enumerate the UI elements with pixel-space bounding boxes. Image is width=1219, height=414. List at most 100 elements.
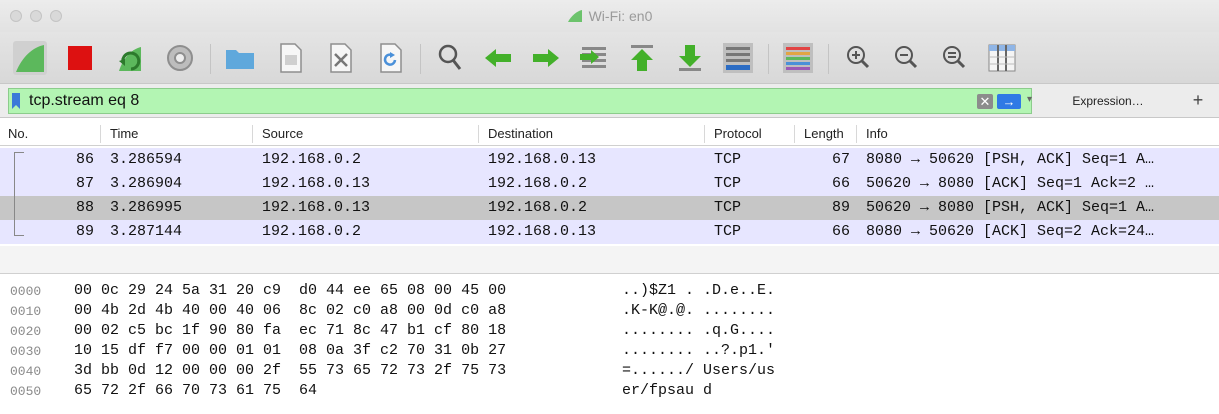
hex-offset: 0050 xyxy=(10,384,42,399)
packet-row[interactable]: 89 3.287144 192.168.0.2 192.168.0.13 TCP… xyxy=(0,220,1219,244)
resize-columns-icon xyxy=(988,44,1016,72)
start-capture-button[interactable] xyxy=(12,40,48,76)
packet-source: 192.168.0.13 xyxy=(262,199,371,216)
apply-filter-button[interactable]: → xyxy=(997,94,1021,109)
hex-ascii[interactable]: ..)$Z1 . .D.e..E. xyxy=(622,282,775,299)
folder-icon xyxy=(226,50,254,69)
arrow-left-icon xyxy=(485,49,511,67)
column-divider[interactable] xyxy=(252,125,253,143)
column-header-source[interactable]: Source xyxy=(262,126,303,141)
packet-length: 66 xyxy=(832,175,851,192)
packet-protocol: TCP xyxy=(714,151,742,168)
hex-row: 0010 00 4b 2d 4b 40 00 40 06 8c 02 c0 a8… xyxy=(0,302,1219,322)
column-header-time[interactable]: Time xyxy=(110,126,138,141)
hex-bytes[interactable]: 00 4b 2d 4b 40 00 40 06 8c 02 c0 a8 00 0… xyxy=(74,302,506,319)
colorize-button[interactable] xyxy=(780,40,816,76)
hex-ascii[interactable]: =....../ Users/us xyxy=(622,362,775,379)
column-header-length[interactable]: Length xyxy=(804,126,844,141)
stop-capture-button[interactable] xyxy=(62,40,98,76)
expression-button[interactable]: Expression… xyxy=(1048,88,1168,114)
hex-ascii[interactable]: er/fpsau d xyxy=(622,382,712,399)
packet-list-header: No. Time Source Destination Protocol Len… xyxy=(0,122,1219,146)
packet-info: 50620 → 8080 [ACK] Seq=1 Ack=2 … xyxy=(866,175,1155,192)
clear-filter-button[interactable]: ✕ xyxy=(977,94,993,109)
packet-row[interactable]: 86 3.286594 192.168.0.2 192.168.0.13 TCP… xyxy=(0,148,1219,172)
packet-protocol: TCP xyxy=(714,175,742,192)
zoom-in-button[interactable] xyxy=(840,40,876,76)
packet-time: 3.286904 xyxy=(110,175,183,192)
hex-offset: 0030 xyxy=(10,344,42,359)
packet-info: 8080 → 50620 [ACK] Seq=2 Ack=24… xyxy=(866,223,1155,240)
arrow-up-icon xyxy=(631,45,653,71)
restart-capture-button[interactable] xyxy=(112,40,148,76)
window-title-text: Wi-Fi: en0 xyxy=(588,8,653,24)
close-file-button[interactable] xyxy=(322,40,358,76)
reload-file-button[interactable] xyxy=(372,40,408,76)
packet-no: 88 xyxy=(76,199,95,216)
hex-ascii[interactable]: ........ ..?.p1.' xyxy=(622,342,775,359)
shark-fin-icon xyxy=(13,41,47,75)
save-file-button[interactable] xyxy=(272,40,308,76)
toolbar-separator xyxy=(420,44,421,74)
packet-no: 86 xyxy=(76,151,95,168)
add-filter-button[interactable]: + xyxy=(1186,88,1210,114)
go-to-packet-button[interactable] xyxy=(576,40,612,76)
column-header-no[interactable]: No. xyxy=(8,126,28,141)
hex-bytes[interactable]: 10 15 df f7 00 00 01 01 08 0a 3f c2 70 3… xyxy=(74,342,506,359)
packet-row-selected[interactable]: 88 3.286995 192.168.0.13 192.168.0.2 TCP… xyxy=(0,196,1219,220)
display-filter-field[interactable]: ✕ → ▾ xyxy=(8,88,1032,114)
hex-offset: 0000 xyxy=(10,284,42,299)
normal-size-button[interactable] xyxy=(936,40,972,76)
file-icon xyxy=(280,43,302,73)
go-first-button[interactable] xyxy=(624,40,660,76)
packet-destination: 192.168.0.2 xyxy=(488,199,588,216)
column-header-destination[interactable]: Destination xyxy=(488,126,553,141)
go-forward-button[interactable] xyxy=(528,40,564,76)
packet-destination: 192.168.0.13 xyxy=(488,151,597,168)
window-title: Wi-Fi: en0 xyxy=(0,8,1219,24)
column-header-protocol[interactable]: Protocol xyxy=(714,126,762,141)
packet-destination: 192.168.0.2 xyxy=(488,175,588,192)
go-back-button[interactable] xyxy=(480,40,516,76)
packet-info: 50620 → 8080 [PSH, ACK] Seq=1 A… xyxy=(866,199,1155,216)
find-packet-button[interactable] xyxy=(432,40,468,76)
go-last-button[interactable] xyxy=(672,40,708,76)
packet-bytes-pane[interactable]: 0000 00 0c 29 24 5a 31 20 c9 d0 44 ee 65… xyxy=(0,276,1219,414)
column-divider[interactable] xyxy=(100,125,101,143)
hex-bytes[interactable]: 00 0c 29 24 5a 31 20 c9 d0 44 ee 65 08 0… xyxy=(74,282,506,299)
packet-length: 89 xyxy=(832,199,851,216)
shark-fin-icon xyxy=(567,10,582,22)
hex-ascii[interactable]: .K-K@.@. ........ xyxy=(622,302,775,319)
open-file-button[interactable] xyxy=(222,40,258,76)
stop-icon xyxy=(68,46,92,70)
column-divider[interactable] xyxy=(704,125,705,143)
hex-bytes[interactable]: 00 02 c5 bc 1f 90 80 fa ec 71 8c 47 b1 c… xyxy=(74,322,506,339)
packet-details-pane[interactable] xyxy=(0,246,1219,274)
hex-bytes[interactable]: 3d bb 0d 12 00 00 00 2f 55 73 65 72 73 2… xyxy=(74,362,506,379)
zoom-out-button[interactable] xyxy=(888,40,924,76)
column-divider[interactable] xyxy=(856,125,857,143)
auto-scroll-button[interactable] xyxy=(720,40,756,76)
hex-ascii[interactable]: ........ .q.G.... xyxy=(622,322,775,339)
column-header-info[interactable]: Info xyxy=(866,126,888,141)
toolbar-separator xyxy=(768,44,769,74)
packet-length: 66 xyxy=(832,223,851,240)
capture-options-button[interactable] xyxy=(162,40,198,76)
column-divider[interactable] xyxy=(478,125,479,143)
packet-info: 8080 → 50620 [PSH, ACK] Seq=1 A… xyxy=(866,151,1155,168)
display-filter-bar: ✕ → ▾ Expression… + xyxy=(0,84,1219,118)
hex-row: 0020 00 02 c5 bc 1f 90 80 fa ec 71 8c 47… xyxy=(0,322,1219,342)
title-bar: Wi-Fi: en0 xyxy=(0,0,1219,32)
arrow-right-icon xyxy=(533,49,559,67)
hex-bytes[interactable]: 65 72 2f 66 70 73 61 75 64 xyxy=(74,382,317,399)
colorize-icon xyxy=(783,43,813,73)
column-divider[interactable] xyxy=(794,125,795,143)
display-filter-input[interactable] xyxy=(29,92,929,110)
hex-row: 0030 10 15 df f7 00 00 01 01 08 0a 3f c2… xyxy=(0,342,1219,362)
resize-columns-button[interactable] xyxy=(984,40,1020,76)
filter-history-dropdown[interactable]: ▾ xyxy=(1027,94,1032,105)
packet-row[interactable]: 87 3.286904 192.168.0.13 192.168.0.2 TCP… xyxy=(0,172,1219,196)
toolbar-separator xyxy=(828,44,829,74)
bookmark-icon[interactable] xyxy=(12,93,20,109)
hex-offset: 0010 xyxy=(10,304,42,319)
